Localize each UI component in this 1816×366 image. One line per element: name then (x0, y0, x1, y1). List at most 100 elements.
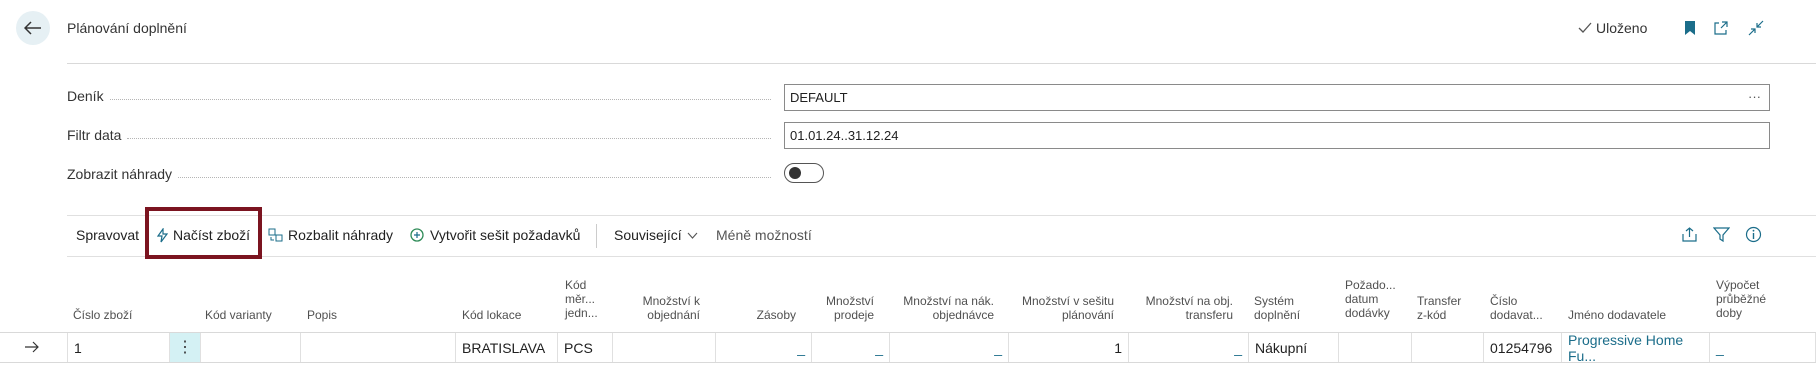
toggle-knob (789, 167, 801, 179)
dotted-leader (178, 176, 771, 178)
col-requested-receipt-date[interactable]: Požado... datum dodávky (1345, 278, 1396, 320)
cell-lead-time[interactable]: _ (1710, 333, 1816, 363)
col-vendor-no[interactable]: Číslo dodavat... (1490, 294, 1543, 322)
col-header-line: jedn... (565, 306, 598, 320)
col-qty-sales[interactable]: Množství prodeje (812, 294, 874, 322)
col-header-line: doby (1716, 306, 1743, 320)
col-header-line: datum (1345, 292, 1379, 306)
ellipsis-icon[interactable]: ··· (1748, 89, 1761, 104)
action-divider (596, 224, 597, 248)
share-button[interactable] (1681, 226, 1698, 248)
dotted-leader (127, 137, 771, 139)
expand-substitutes-button[interactable]: Rozbalit náhrady (268, 227, 393, 243)
journal-label: Deník (67, 88, 777, 104)
checkmark-icon (1578, 22, 1592, 33)
open-new-window-button[interactable] (1711, 18, 1731, 38)
cell-item-no[interactable]: 1 (67, 333, 170, 363)
cell-qty-worksheet[interactable]: 1 (1009, 333, 1129, 363)
col-location-code[interactable]: Kód lokace (462, 308, 521, 322)
col-header-line: Transfer (1417, 294, 1462, 308)
back-arrow-icon (24, 21, 41, 35)
info-button[interactable] (1745, 226, 1762, 248)
cell-text: _ (797, 340, 805, 356)
page-title: Plánování doplnění (67, 20, 187, 36)
row-bottom-border (0, 362, 1816, 363)
cell-text: PCS (564, 340, 593, 356)
col-header-line: dodavat... (1490, 308, 1543, 322)
cell-description[interactable] (301, 333, 456, 363)
open-new-window-icon (1714, 21, 1728, 35)
header-separator (67, 63, 1816, 64)
date-filter-label-text: Filtr data (67, 127, 122, 143)
col-header-line: prodeje (833, 308, 874, 322)
col-uom-code[interactable]: Kód měr... jedn... (565, 278, 610, 320)
journal-input[interactable]: DEFAULT ··· (784, 84, 1770, 111)
col-header-line: Systém (1254, 294, 1295, 308)
col-item-no[interactable]: Číslo zboží (73, 308, 132, 322)
date-filter-value: 01.01.24..31.12.24 (790, 128, 899, 143)
filter-button[interactable] (1712, 226, 1731, 248)
cell-location-code[interactable]: BRATISLAVA (456, 333, 558, 363)
col-variant-code[interactable]: Kód varianty (205, 308, 272, 322)
date-filter-input[interactable]: 01.01.24..31.12.24 (784, 122, 1770, 149)
more-options-icon: ⋮ (177, 339, 193, 356)
cell-requested-receipt-date[interactable] (1339, 333, 1412, 363)
col-header-line: Číslo (1490, 294, 1518, 308)
row-arrow-icon (24, 340, 40, 358)
col-header-line: dodávky (1345, 306, 1390, 320)
cell-text: _ (994, 340, 1002, 356)
journal-value: DEFAULT (790, 90, 848, 105)
collapse-icon (1748, 20, 1764, 36)
col-header-line: Požado... (1345, 278, 1396, 292)
fewer-options-button[interactable]: Méně možností (716, 227, 812, 243)
row-more-options[interactable]: ⋮ (170, 333, 201, 363)
bookmark-button[interactable] (1680, 18, 1700, 38)
show-substitutes-toggle[interactable] (784, 163, 824, 183)
cell-qty-on-order[interactable] (613, 333, 716, 363)
cell-qty-purch-orders[interactable]: _ (890, 333, 1009, 363)
col-transfer-from-code[interactable]: Transfer z-kód (1417, 294, 1461, 322)
collapse-button[interactable] (1746, 18, 1766, 38)
col-vendor-name[interactable]: Jméno dodavatele (1568, 308, 1666, 322)
col-header-line: měr... (565, 292, 596, 306)
col-replenishment-system[interactable]: Systém doplnění (1254, 294, 1300, 322)
cell-replenishment-system[interactable]: Nákupní (1249, 333, 1339, 363)
back-button[interactable] (16, 11, 50, 45)
create-requisition-button[interactable]: Vytvořit sešit požadavků (409, 227, 580, 243)
col-qty-on-order[interactable]: Množství k objednání (620, 294, 700, 322)
cell-qty-sales[interactable]: _ (812, 333, 890, 363)
cell-transfer-from-code[interactable] (1412, 333, 1484, 363)
col-description[interactable]: Popis (307, 308, 337, 322)
create-requisition-label: Vytvořit sešit požadavků (430, 227, 581, 243)
col-header-line: Množství na obj. (1145, 294, 1233, 308)
manage-button[interactable]: Spravovat (76, 227, 139, 243)
col-qty-transfer[interactable]: Množství na obj. transferu (1128, 294, 1233, 322)
cell-qty-transfer[interactable]: _ (1129, 333, 1249, 363)
cell-text: _ (875, 340, 883, 356)
related-menu[interactable]: Související (614, 227, 698, 243)
col-inventory[interactable]: Zásoby (740, 308, 796, 322)
cell-text: BRATISLAVA (462, 340, 546, 356)
manage-label: Spravovat (76, 227, 140, 243)
cell-vendor-name[interactable]: Progressive Home Fu... (1562, 332, 1710, 364)
cell-variant-code[interactable] (201, 333, 301, 363)
cell-text: Progressive Home Fu... (1568, 332, 1684, 364)
col-header-line: Množství v sešitu (1021, 294, 1114, 308)
cell-text: 1 (1114, 340, 1122, 356)
fewer-options-label: Méně možností (716, 227, 812, 243)
cell-uom-code[interactable]: PCS (558, 333, 613, 363)
col-header-line: Množství na nák. (903, 294, 994, 308)
share-icon (1682, 227, 1697, 242)
info-icon (1745, 226, 1762, 243)
col-qty-worksheet[interactable]: Množství v sešitu plánování (1005, 294, 1114, 322)
col-header-line: plánování (1061, 308, 1114, 322)
related-label: Související (614, 227, 682, 243)
cell-inventory[interactable]: _ (716, 333, 812, 363)
col-lead-time[interactable]: Výpočet průběžné doby (1716, 278, 1766, 320)
highlight-box (145, 207, 262, 259)
cell-text: Nákupní (1255, 340, 1308, 356)
filter-icon (1712, 227, 1731, 243)
col-qty-purch-orders[interactable]: Množství na nák. objednávce (888, 294, 994, 322)
cell-vendor-no[interactable]: 01254796 (1484, 333, 1562, 363)
bookmark-icon (1685, 21, 1695, 35)
